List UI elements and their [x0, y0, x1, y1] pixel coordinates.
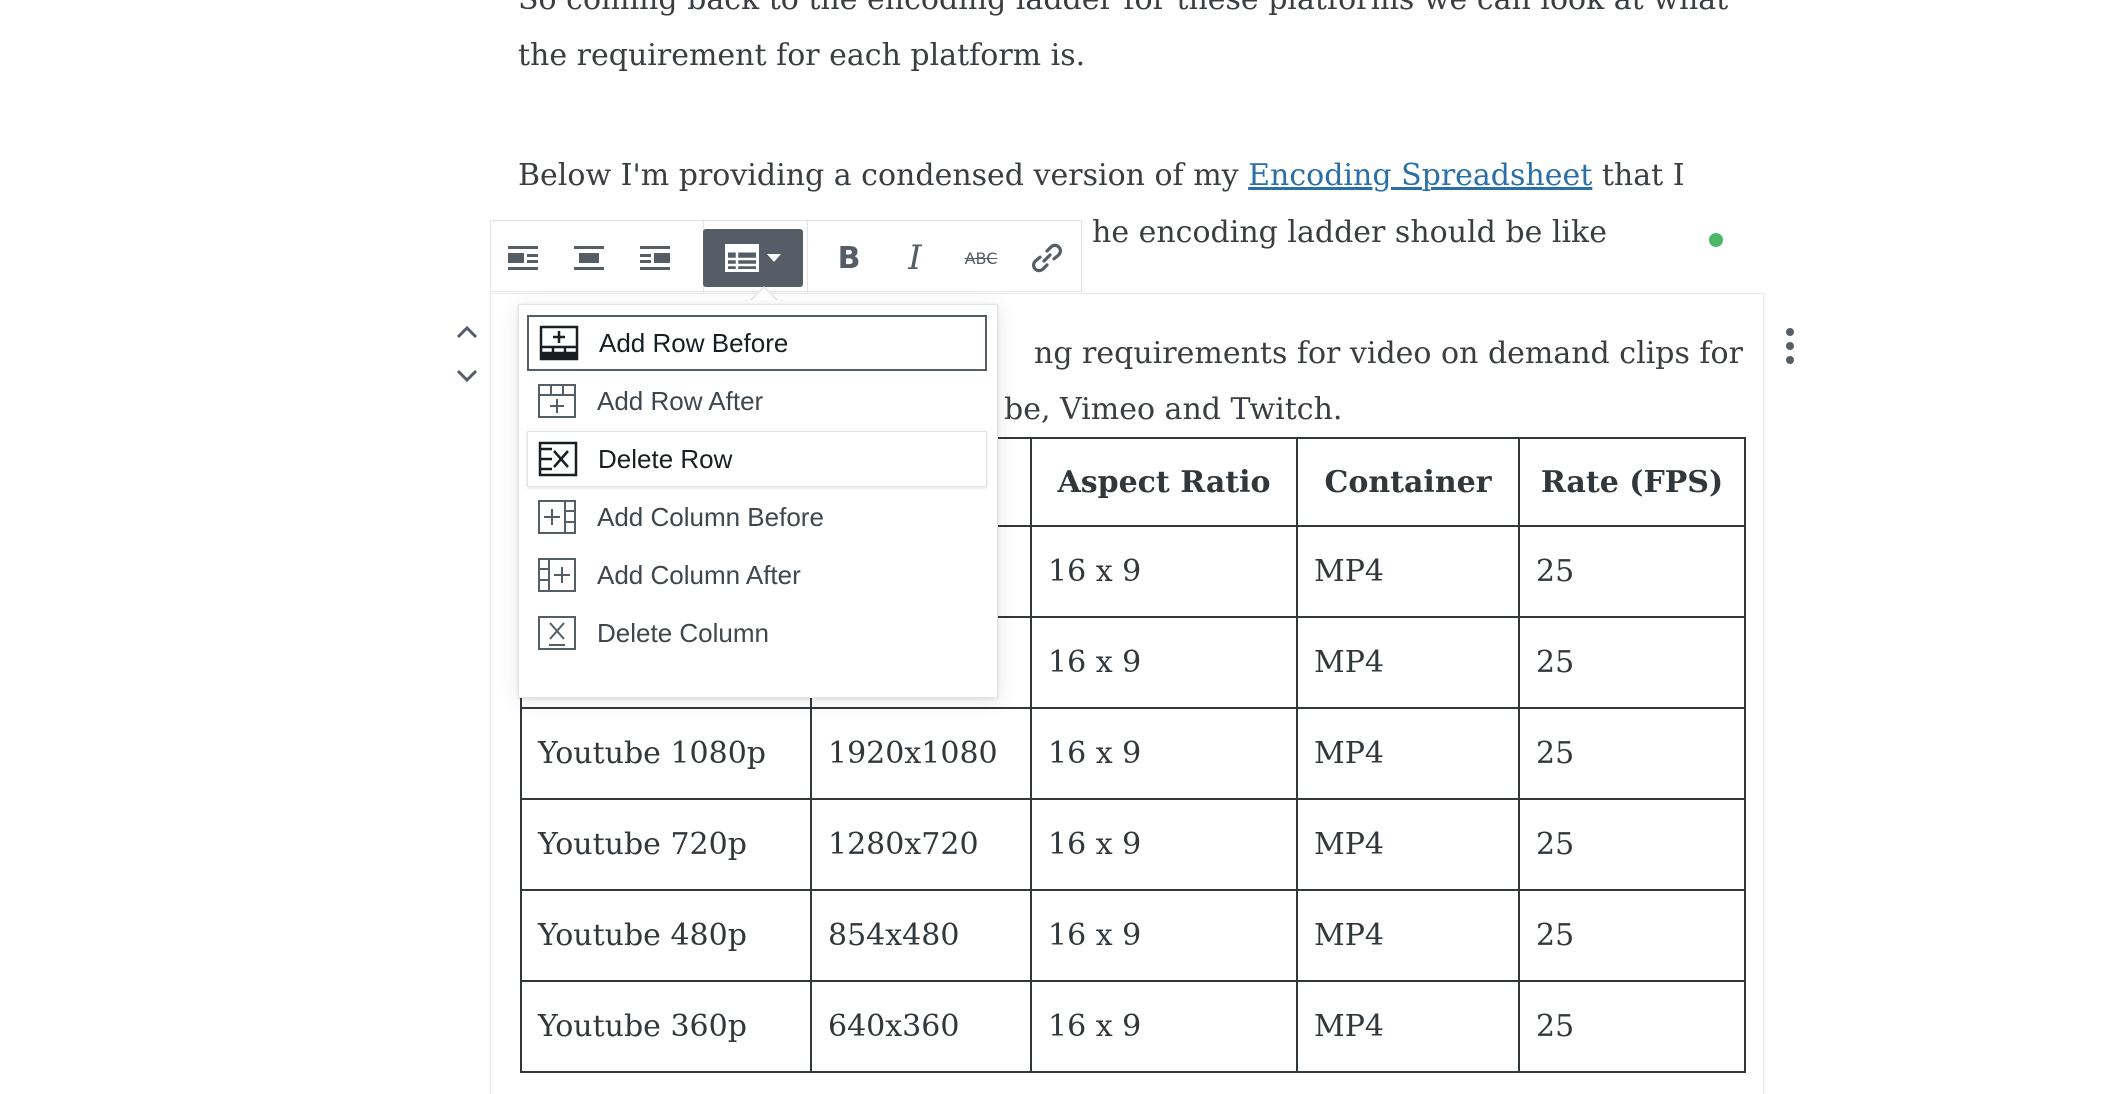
table-row: Youtube 1080p 1920x1080 16 x 9 MP4 25	[520, 707, 1746, 800]
table-header-cell[interactable]: Container	[1296, 437, 1520, 527]
add-column-after-icon	[535, 555, 579, 595]
table-cell[interactable]: MP4	[1296, 616, 1520, 709]
table-cell[interactable]: 16 x 9	[1030, 707, 1298, 800]
menu-item-label: Delete Row	[598, 443, 733, 474]
table-cell[interactable]: MP4	[1296, 889, 1520, 982]
table-cell[interactable]: 854x480	[810, 889, 1032, 982]
paragraph-encoding-spreadsheet: Below I'm providing a condensed version …	[518, 148, 1758, 204]
table-row: Youtube 720p 1280x720 16 x 9 MP4 25	[520, 798, 1746, 891]
menu-item-label: Add Column Before	[597, 501, 824, 532]
strikethrough-icon[interactable]: ABC	[953, 231, 1009, 285]
add-row-after-icon	[535, 381, 579, 421]
table-cell[interactable]: 1280x720	[810, 798, 1032, 891]
more-options-icon[interactable]	[1778, 328, 1802, 374]
menu-item-add-column-after[interactable]: Add Column After	[527, 547, 987, 603]
table-cell[interactable]: 1920x1080	[810, 707, 1032, 800]
bold-icon[interactable]: B	[821, 231, 877, 285]
table-cell[interactable]: 16 x 9	[1030, 525, 1298, 618]
menu-item-add-row-before[interactable]: Add Row Before	[527, 315, 987, 371]
paragraph-line: the requirement for each platform is.	[518, 38, 1086, 73]
table-cell[interactable]: 16 x 9	[1030, 980, 1298, 1073]
status-dot	[1709, 233, 1723, 247]
add-column-before-icon	[535, 497, 579, 537]
table-cell[interactable]: 640x360	[810, 980, 1032, 1073]
menu-item-label: Add Row Before	[599, 327, 789, 358]
table-cell[interactable]: Youtube 1080p	[520, 707, 812, 800]
table-edit-menu: Add Row Before Add Row After Delete Row …	[518, 304, 998, 698]
table-cell[interactable]: MP4	[1296, 525, 1520, 618]
align-left-icon[interactable]	[495, 231, 551, 285]
move-down-icon[interactable]	[450, 360, 484, 390]
link-icon[interactable]	[1019, 231, 1075, 285]
table-cell[interactable]: Youtube 480p	[520, 889, 812, 982]
paragraph-line: So coming back to the encoding ladder fo…	[518, 0, 1758, 28]
table-cell[interactable]: MP4	[1296, 707, 1520, 800]
delete-row-icon	[536, 439, 580, 479]
table-cell[interactable]: 25	[1518, 889, 1746, 982]
chevron-down-icon	[767, 254, 781, 262]
table-edit-icon[interactable]	[703, 229, 803, 287]
block-toolbar: B I ABC	[490, 220, 1082, 293]
menu-item-delete-row[interactable]: Delete Row	[527, 431, 987, 487]
paragraph-line: he encoding ladder should be like	[1092, 215, 1607, 250]
table-row: Youtube 360p 640x360 16 x 9 MP4 25	[520, 980, 1746, 1073]
table-cell[interactable]: 25	[1518, 707, 1746, 800]
align-right-icon[interactable]	[627, 231, 683, 285]
menu-item-delete-column[interactable]: Delete Column	[527, 605, 987, 661]
add-row-before-icon	[537, 323, 581, 363]
table-row: Youtube 480p 854x480 16 x 9 MP4 25	[520, 889, 1746, 982]
table-cell[interactable]: Youtube 360p	[520, 980, 812, 1073]
menu-item-add-column-before[interactable]: Add Column Before	[527, 489, 987, 545]
menu-item-add-row-after[interactable]: Add Row After	[527, 373, 987, 429]
paragraph-text: that I	[1592, 158, 1685, 193]
table-cell[interactable]: 25	[1518, 525, 1746, 618]
delete-column-icon	[535, 613, 579, 653]
italic-icon[interactable]: I	[887, 231, 943, 285]
table-cell[interactable]: 25	[1518, 798, 1746, 891]
table-header-cell[interactable]: Aspect Ratio	[1030, 437, 1298, 527]
align-center-icon[interactable]	[561, 231, 617, 285]
table-cell[interactable]: 16 x 9	[1030, 889, 1298, 982]
table-cell[interactable]: 25	[1518, 980, 1746, 1073]
table-cell[interactable]: 25	[1518, 616, 1746, 709]
move-up-icon[interactable]	[450, 316, 484, 346]
table-cell[interactable]: 16 x 9	[1030, 798, 1298, 891]
menu-pointer-fill	[752, 288, 776, 300]
table-cell[interactable]: 16 x 9	[1030, 616, 1298, 709]
table-header-cell[interactable]: Rate (FPS)	[1518, 437, 1746, 527]
table-cell[interactable]: Youtube 720p	[520, 798, 812, 891]
menu-item-label: Delete Column	[597, 617, 769, 648]
table-cell[interactable]: MP4	[1296, 798, 1520, 891]
menu-item-label: Add Row After	[597, 385, 764, 416]
table-cell[interactable]: MP4	[1296, 980, 1520, 1073]
encoding-spreadsheet-link[interactable]: Encoding Spreadsheet	[1248, 158, 1592, 193]
paragraph-text: Below I'm providing a condensed version …	[518, 158, 1249, 193]
menu-item-label: Add Column After	[597, 559, 801, 590]
